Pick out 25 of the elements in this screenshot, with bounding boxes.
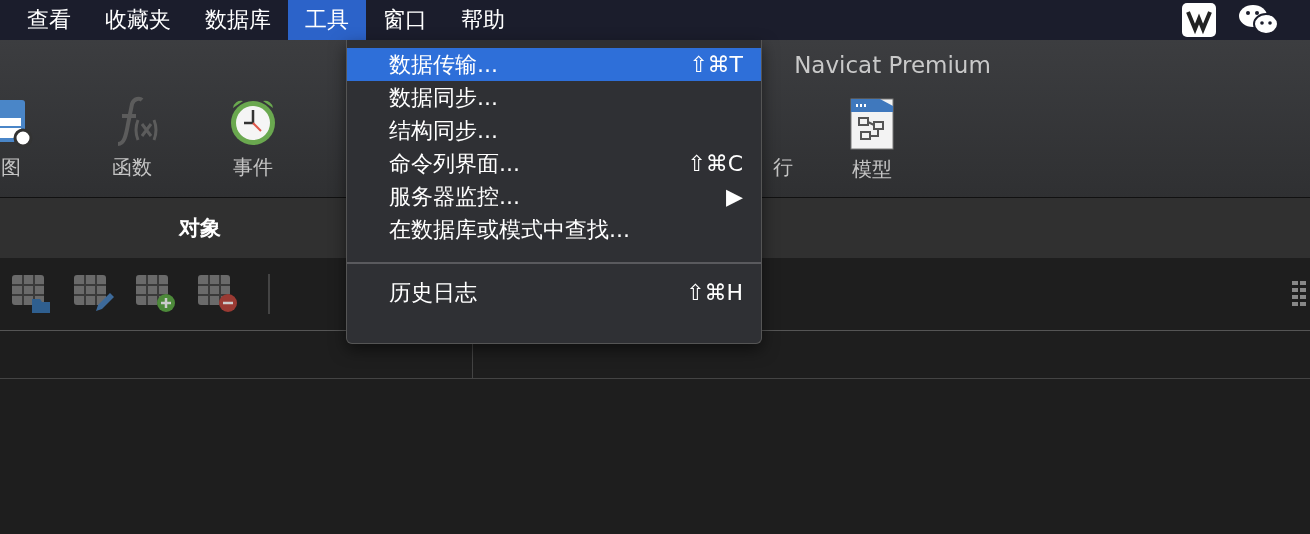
menu-item[interactable]: 查看 [10, 0, 88, 40]
menu-option[interactable]: 历史日志 ⇧⌘H [347, 276, 761, 309]
window-title: Navicat Premium [794, 52, 991, 78]
model-diagram-icon [850, 96, 894, 150]
menu-item[interactable]: 收藏夹 [88, 0, 188, 40]
toolbar-label[interactable]: 模型 [852, 156, 892, 183]
menu-item[interactable]: 窗口 [366, 0, 444, 40]
menu-item[interactable]: 工具 [288, 0, 366, 40]
add-table-icon[interactable] [136, 275, 176, 313]
toolbar-label[interactable]: 函数 [112, 154, 152, 181]
edit-table-icon[interactable] [74, 275, 114, 313]
menu-option[interactable]: 命令列界面... ⇧⌘C [347, 147, 761, 180]
app-logo-icon[interactable] [1182, 3, 1216, 37]
menu-item[interactable]: 数据库 [188, 0, 288, 40]
toolbar-label[interactable]: 行 [773, 154, 793, 181]
menu-item[interactable]: 帮助 [444, 0, 522, 40]
menu-option[interactable]: 数据同步... [347, 81, 761, 114]
toolbar-label[interactable]: 图 [1, 154, 21, 181]
menu-option[interactable]: 结构同步... [347, 114, 761, 147]
menu-option[interactable]: 数据传输... ⇧⌘T [347, 48, 761, 81]
menu-option[interactable]: 在数据库或模式中查找... [347, 213, 761, 246]
open-table-icon[interactable] [12, 275, 52, 313]
delete-table-icon[interactable] [198, 275, 238, 313]
menu-option[interactable]: 服务器监控... ▶ [347, 180, 761, 213]
toolbar-label[interactable]: 事件 [233, 154, 273, 181]
